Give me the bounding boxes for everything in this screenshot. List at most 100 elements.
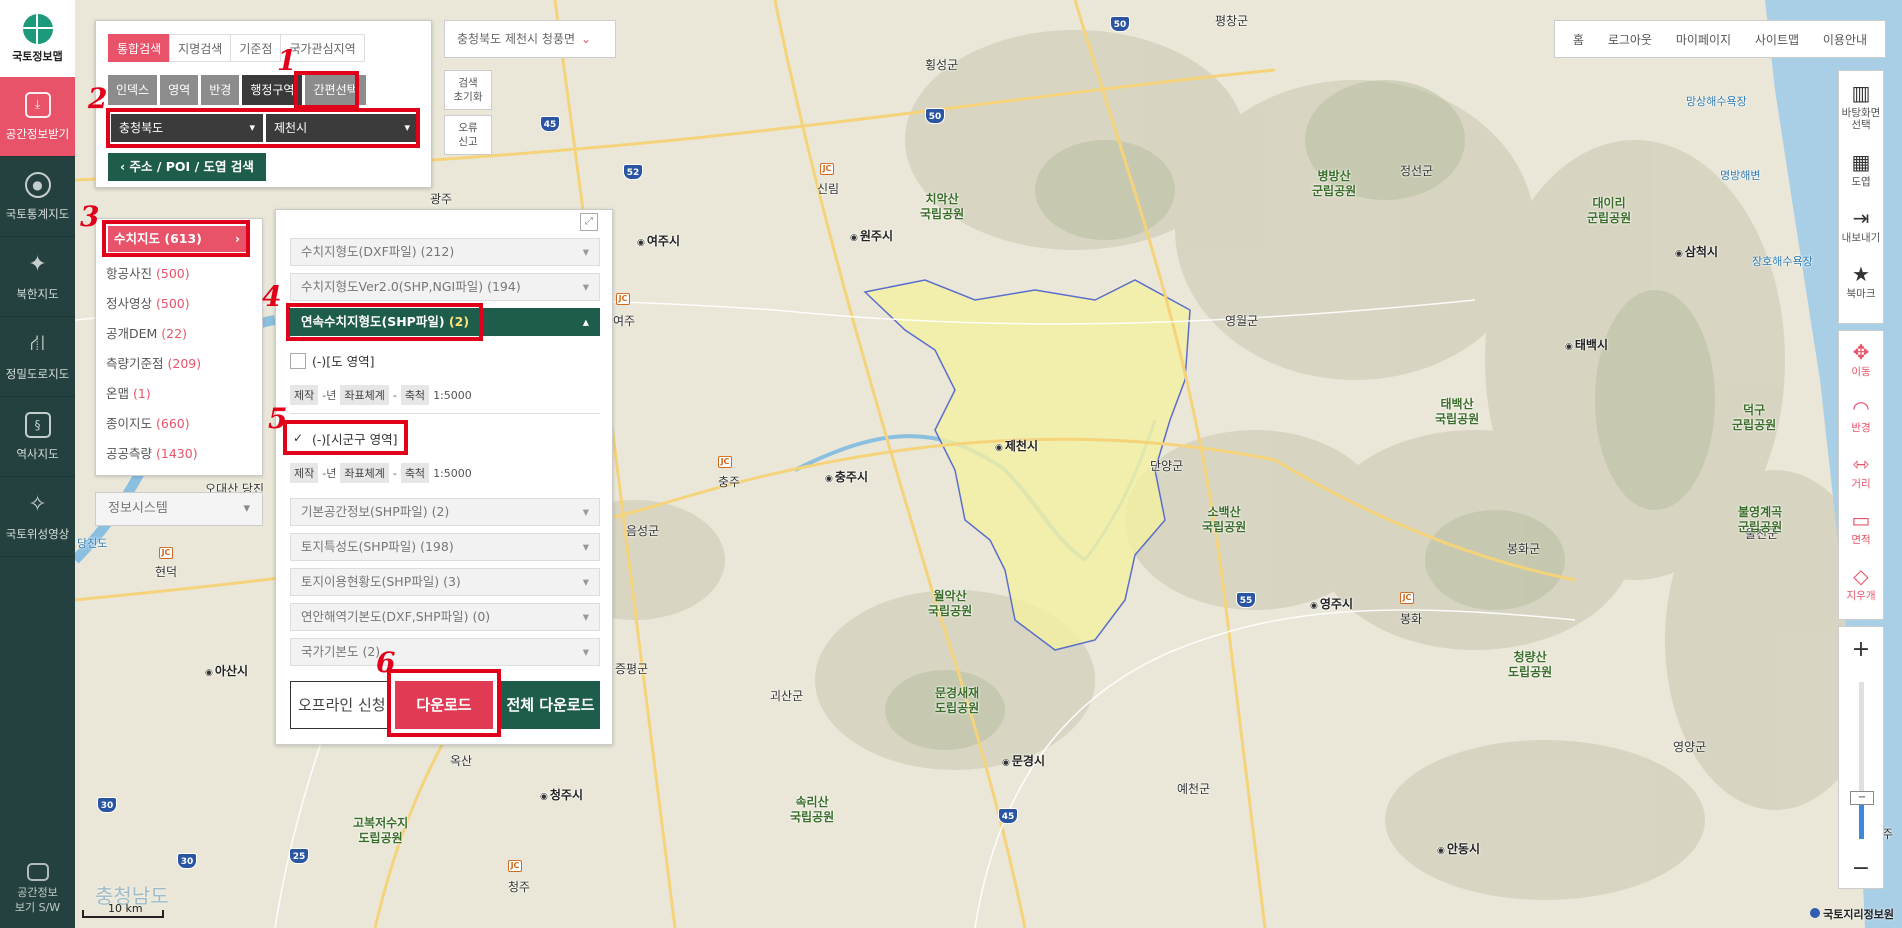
sidebar-item-precise-road[interactable]: ⛙ 정밀도로지도 [0,317,75,397]
nav-sitemap[interactable]: 사이트맵 [1755,31,1799,48]
place-label: 증평군 [615,662,649,676]
category-ortho-image[interactable]: 정사영상 (500) [106,293,190,312]
logo[interactable]: 국토정보맵 [0,0,75,77]
sheet-button[interactable]: ▦ 도엽 [1839,141,1883,197]
report-label-2: 신고 [458,136,478,148]
area-icon: ▭ [1851,507,1871,532]
nav-mypage[interactable]: 마이페이지 [1676,31,1731,48]
subtab-index[interactable]: 인덱스 [108,75,158,105]
place-label: 장호해수욕장 [1752,255,1813,268]
radius-icon: ◠ [1852,395,1870,420]
place-label: 정선군 [1400,164,1434,178]
tab-place-name-search[interactable]: 지명검색 [169,34,232,62]
annotation-box-2 [106,108,420,148]
export-button[interactable]: ⇥ 내보내기 [1839,197,1883,253]
category-survey-point[interactable]: 측량기준점 (209) [106,353,201,372]
satellite-icon: ✧ [28,492,47,517]
distance-tool-button[interactable]: ⇿ 거리 [1839,443,1883,499]
park-label: 청량산 도립공원 [1508,650,1553,679]
item-province-area[interactable]: (-)[도 영역] [290,351,375,370]
accordion-coastal[interactable]: 연안해역기본도(DXF,SHP파일) (0) [290,603,600,631]
highway-shield: 30 [97,797,117,813]
copyright: 국토지리정보원 [1810,906,1894,922]
sidebar-item-stat-map[interactable]: ● 국토통계지도 [0,157,75,237]
meta-crs-value: - [392,466,397,480]
tab-control-point[interactable]: 기준점 [230,34,282,62]
accordion-basic-spatial[interactable]: 기본공간정보(SHP파일) (2) [290,498,600,526]
peninsula-icon: ✦ [28,252,47,277]
left-sidebar: 국토정보맵 ⤓ 공간정보받기 ● 국토통계지도 ✦ 북한지도 ⛙ 정밀도로지도 … [0,0,75,928]
meta-scale-value: 1:5000 [433,466,472,480]
category-onmap[interactable]: 온맵 (1) [106,383,151,402]
address-poi-search-button[interactable]: ‹ 주소 / POI / 도엽 검색 [108,153,266,181]
sidebar-item-label: 정밀도로지도 [5,366,70,381]
junction-icon: JC [718,456,732,468]
tool-label: 도엽 [1851,175,1871,188]
annotation-number: 1 [277,44,297,77]
info-system-select[interactable]: 정보시스템 [95,492,263,526]
zoom-out-button[interactable]: − [1839,852,1883,886]
download-all-button[interactable]: 전체 다운로드 [501,681,600,729]
basemap-select-button[interactable]: ▥ 바탕화면 선택 [1839,71,1883,141]
category-public-survey[interactable]: 공공측량 (1430) [106,443,198,462]
place-label: 제천시 [995,437,1038,454]
scale-ruler [82,910,164,918]
subtab-area[interactable]: 영역 [160,75,199,105]
right-toolbar-top: ▥ 바탕화면 선택 ▦ 도엽 ⇥ 내보내기 ★ 북마크 [1838,70,1884,324]
meta-crs-tag: 좌표체계 [340,385,389,405]
category-count: (500) [156,266,190,281]
category-aerial-photo[interactable]: 항공사진 (500) [106,263,190,282]
place-label: 현덕 [155,565,178,579]
subtab-radius[interactable]: 반경 [201,75,240,105]
park-label: 소백산 국립공원 [1202,505,1247,534]
radius-tool-button[interactable]: ◠ 반경 [1839,387,1883,443]
item-label: (-)[도 영역] [312,354,375,369]
tool-label: 면적 [1851,533,1871,546]
sidebar-item-spatial-download[interactable]: ⤓ 공간정보받기 [0,77,75,157]
eraser-tool-button[interactable]: ◇ 지우개 [1839,555,1883,611]
highway-shield: 45 [998,808,1018,824]
accordion-land-use[interactable]: 토지이용현황도(SHP파일) (3) [290,568,600,596]
place-label: 망상해수욕장 [1686,95,1747,108]
move-tool-button[interactable]: ✥ 이동 [1839,331,1883,387]
sidebar-item-satellite[interactable]: ✧ 국토위성영상 [0,477,75,557]
annotation-box-3 [102,220,250,257]
accordion-ver2[interactable]: 수치지형도Ver2.0(SHP,NGI파일) (194) [290,273,600,301]
viewer-label-2: 보기 S/W [14,901,61,914]
accordion-land-character[interactable]: 토지특성도(SHP파일) (198) [290,533,600,561]
meta-made-tag: 제작 [290,385,319,405]
search-reset-button[interactable]: 검색 초기화 [444,70,492,110]
area-tool-button[interactable]: ▭ 면적 [1839,499,1883,555]
park-label: 병방산 군립공원 [1312,169,1357,198]
zoom-slider-handle[interactable]: − [1850,791,1874,805]
pin-icon: ● [24,171,51,198]
checkbox[interactable] [290,352,306,369]
place-label: 충주 [718,475,741,489]
category-paper-map[interactable]: 종이지도 (660) [106,413,190,432]
accordion-national-base[interactable]: 국가기본도 (2) [290,638,600,666]
tab-integrated-search[interactable]: 통합검색 [108,34,171,62]
nav-home[interactable]: 홈 [1573,31,1584,48]
annotation-number: 2 [88,82,108,115]
category-name: 공개DEM [106,326,158,341]
nav-logout[interactable]: 로그아웃 [1608,31,1652,48]
place-label: 예천군 [1177,782,1211,796]
sidebar-item-history-map[interactable]: § 역사지도 [0,397,75,477]
viewer-software-button[interactable]: 공간정보 보기 S/W [0,850,75,928]
viewer-label-1: 공간정보 [17,886,58,899]
category-public-dem[interactable]: 공개DEM (22) [106,323,187,342]
nav-guide[interactable]: 이용안내 [1823,31,1867,48]
expand-icon[interactable]: ⤢ [580,213,598,231]
error-report-button[interactable]: 오류 신고 [444,115,492,155]
zoom-in-button[interactable]: + [1839,633,1883,667]
place-label: 봉화군 [1507,542,1541,556]
place-label: 원주시 [850,227,893,244]
current-location-select[interactable]: 충청북도 제천시 청풍면 ⌄ [444,20,616,58]
park-label: 덕구 군립공원 [1732,403,1777,432]
accordion-dxf[interactable]: 수치지형도(DXF파일) (212) [290,238,600,266]
annotation-box-5 [283,420,408,455]
offline-request-button[interactable]: 오프라인 신청 [290,681,390,729]
bookmark-button[interactable]: ★ 북마크 [1839,253,1883,309]
sidebar-item-north-korea[interactable]: ✦ 북한지도 [0,237,75,317]
junction-icon: JC [1400,592,1414,604]
